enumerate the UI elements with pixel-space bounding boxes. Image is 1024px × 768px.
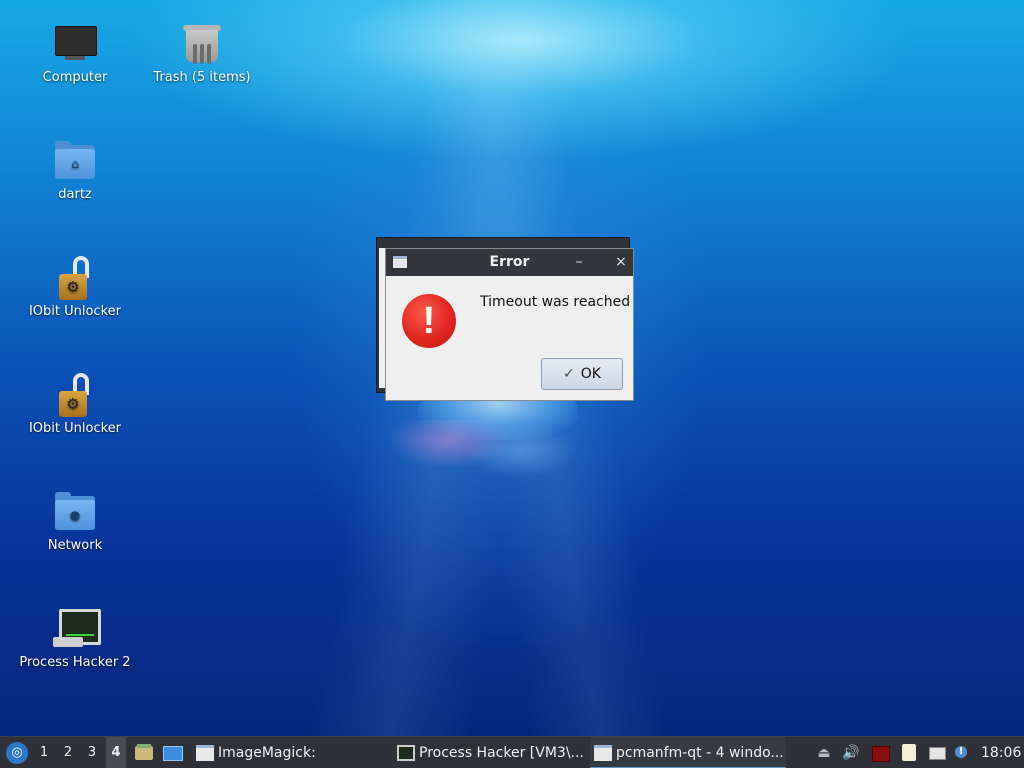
workspace-4[interactable]: 4 <box>106 737 126 768</box>
dialog-titlebar[interactable]: Error – × <box>386 249 633 276</box>
minimize-button[interactable]: – <box>569 252 589 272</box>
show-desktop-icon[interactable] <box>163 744 183 762</box>
desktop-icon-network[interactable]: ● Network <box>10 490 140 554</box>
workspace-3[interactable]: 3 <box>82 737 102 768</box>
unlocker-icon: ⚙ <box>53 373 97 417</box>
volume-icon[interactable]: 🔊 <box>842 744 860 762</box>
eject-icon[interactable]: ⏏ <box>815 744 833 762</box>
desktop-icon-dartz[interactable]: ⌂ dartz <box>10 139 140 203</box>
desktop-icon-label: IObit Unlocker <box>28 421 122 436</box>
unlocker-icon: ⚙ <box>53 256 97 300</box>
desktop-icon-label: Trash (5 items) <box>153 70 251 85</box>
error-dialog: Error – × ! Timeout was reached ✓ OK <box>385 248 634 401</box>
window-icon <box>594 745 612 761</box>
home-folder-icon: ⌂ <box>53 139 97 183</box>
task-label: pcmanfm-qt - 4 windo... <box>616 745 784 761</box>
notification-icon[interactable]: ! <box>952 744 970 762</box>
dialog-title: Error <box>489 254 530 270</box>
ok-button-label: OK <box>580 366 601 382</box>
task-label: Process Hacker [VM3\... <box>419 745 584 761</box>
taskbar: ◎ 1 2 3 4 ImageMagick: Process Hacker [V… <box>0 736 1024 768</box>
desktop-icon-label: Process Hacker 2 <box>19 655 131 670</box>
file-manager-launcher-icon[interactable] <box>134 744 154 762</box>
desktop-icon-label: Computer <box>42 70 108 85</box>
clock[interactable]: 18:06 <box>981 737 1021 768</box>
cpu-monitor-icon[interactable] <box>872 744 890 762</box>
wallpaper-jellyfish-tentacles <box>390 420 590 500</box>
window-icon <box>196 745 214 761</box>
desktop-icon-trash[interactable]: Trash (5 items) <box>137 22 267 86</box>
task-pcmanfm-qt[interactable]: pcmanfm-qt - 4 windo... <box>590 737 786 768</box>
desktop-icon-label: IObit Unlocker <box>28 304 122 319</box>
process-hacker-icon <box>53 607 101 651</box>
task-imagemagick[interactable]: ImageMagick: <box>192 737 408 768</box>
task-process-hacker[interactable]: Process Hacker [VM3\... <box>393 737 611 768</box>
workspace-2[interactable]: 2 <box>58 737 78 768</box>
ok-button[interactable]: ✓ OK <box>541 358 623 390</box>
dialog-message: Timeout was reached <box>480 294 631 310</box>
check-icon: ✓ <box>563 366 575 382</box>
error-icon: ! <box>402 294 456 348</box>
process-hacker-icon <box>397 745 415 761</box>
close-button[interactable]: × <box>611 252 631 272</box>
desktop-icon-iobit-unlocker-2[interactable]: ⚙ IObit Unlocker <box>10 373 140 437</box>
workspace-1[interactable]: 1 <box>34 737 54 768</box>
clipboard-icon[interactable] <box>900 744 918 762</box>
desktop-icon-label: dartz <box>58 187 92 202</box>
network-status-icon[interactable] <box>928 744 946 762</box>
trash-icon <box>180 22 224 66</box>
network-folder-icon: ● <box>53 490 97 534</box>
task-label: ImageMagick: <box>218 745 316 761</box>
desktop-icon-label: Network <box>47 538 103 553</box>
desktop-icon-process-hacker[interactable]: Process Hacker 2 <box>10 607 140 671</box>
desktop-icon-iobit-unlocker-1[interactable]: ⚙ IObit Unlocker <box>10 256 140 320</box>
desktop-icon-computer[interactable]: Computer <box>10 22 140 86</box>
computer-icon <box>53 22 97 66</box>
start-menu-button[interactable]: ◎ <box>6 742 28 764</box>
